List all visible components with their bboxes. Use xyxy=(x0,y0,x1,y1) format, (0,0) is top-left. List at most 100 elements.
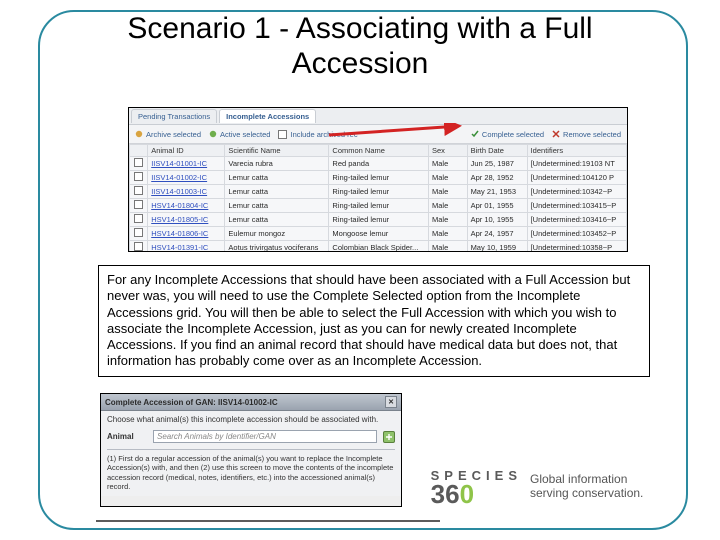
table-row[interactable]: HSV14-01391-ICAotus trivirgatus vocifera… xyxy=(130,241,627,253)
active-selected-label: Active selected xyxy=(220,130,270,139)
checkbox-icon xyxy=(278,130,287,139)
sex: Male xyxy=(428,199,467,213)
animal-search-input[interactable]: Search Animals by Identifier/GAN xyxy=(153,430,377,443)
include-archived-checkbox[interactable]: Include archived rec xyxy=(278,130,357,139)
animal-id-link[interactable]: IISV14-01002-IC xyxy=(148,171,225,185)
col-sex[interactable]: Sex xyxy=(428,145,467,157)
col-scientific[interactable]: Scientific Name xyxy=(225,145,329,157)
sex: Male xyxy=(428,185,467,199)
animal-id-link[interactable]: HSV14-01391-IC xyxy=(148,241,225,253)
accessions-grid: Animal ID Scientific Name Common Name Se… xyxy=(129,144,627,252)
tab-incomplete-accessions[interactable]: Incomplete Accessions xyxy=(219,109,316,123)
row-checkbox[interactable] xyxy=(134,158,143,167)
common-name: Mongoose lemur xyxy=(329,227,429,241)
scientific-name: Lemur catta xyxy=(225,171,329,185)
common-name: Ring-tailed lemur xyxy=(329,199,429,213)
row-checkbox[interactable] xyxy=(134,242,143,251)
identifiers: [Undetermined:103415~P xyxy=(527,199,626,213)
birth-date: Apr 28, 1952 xyxy=(467,171,527,185)
sex: Male xyxy=(428,157,467,171)
add-animal-button[interactable] xyxy=(383,431,395,443)
logo-tagline: Global information serving conservation. xyxy=(530,473,660,501)
scientific-name: Lemur catta xyxy=(225,199,329,213)
scientific-name: Aotus trivirgatus vociferans xyxy=(225,241,329,253)
birth-date: May 21, 1953 xyxy=(467,185,527,199)
remove-selected-label: Remove selected xyxy=(563,130,621,139)
scientific-name: Lemur catta xyxy=(225,213,329,227)
footer-divider xyxy=(96,520,440,522)
row-checkbox[interactable] xyxy=(134,186,143,195)
sex: Male xyxy=(428,241,467,253)
identifiers: [Undetermined:104120 P xyxy=(527,171,626,185)
row-checkbox[interactable] xyxy=(134,172,143,181)
birth-date: Apr 10, 1955 xyxy=(467,213,527,227)
incomplete-accessions-screenshot: Pending Transactions Incomplete Accessio… xyxy=(128,107,628,252)
identifiers: [Undetermined:103416~P xyxy=(527,213,626,227)
col-common[interactable]: Common Name xyxy=(329,145,429,157)
row-checkbox[interactable] xyxy=(134,200,143,209)
common-name: Colombian Black Spider... xyxy=(329,241,429,253)
birth-date: Apr 01, 1955 xyxy=(467,199,527,213)
table-row[interactable]: IISV14-01002-ICLemur cattaRing-tailed le… xyxy=(130,171,627,185)
species360-logo: SPECIES 360 Global information serving c… xyxy=(431,468,660,506)
complete-selected-button[interactable]: Complete selected xyxy=(471,130,544,139)
scientific-name: Lemur catta xyxy=(225,185,329,199)
archive-selected-button[interactable]: Archive selected xyxy=(135,130,201,139)
animal-label: Animal xyxy=(107,432,147,441)
include-archived-label: Include archived rec xyxy=(290,130,357,139)
common-name: Ring-tailed lemur xyxy=(329,213,429,227)
common-name: Ring-tailed lemur xyxy=(329,185,429,199)
archive-selected-label: Archive selected xyxy=(146,130,201,139)
scientific-name: Eulemur mongoz xyxy=(225,227,329,241)
identifiers: [Undetermined:10358~P xyxy=(527,241,626,253)
logo-36: 36 xyxy=(431,479,460,509)
birth-date: Jun 25, 1987 xyxy=(467,157,527,171)
table-row[interactable]: IISV14-01003-ICLemur cattaRing-tailed le… xyxy=(130,185,627,199)
complete-accession-dialog: Complete Accession of GAN: IISV14-01002-… xyxy=(100,393,402,507)
birth-date: Apr 24, 1957 xyxy=(467,227,527,241)
instruction-text: For any Incomplete Accessions that shoul… xyxy=(98,265,650,377)
scientific-name: Varecia rubra xyxy=(225,157,329,171)
col-birth[interactable]: Birth Date xyxy=(467,145,527,157)
complete-selected-label: Complete selected xyxy=(482,130,544,139)
animal-id-link[interactable]: HSV14-01805-IC xyxy=(148,213,225,227)
identifiers: [Undetermined:19103 NT xyxy=(527,157,626,171)
common-name: Ring-tailed lemur xyxy=(329,171,429,185)
birth-date: May 10, 1959 xyxy=(467,241,527,253)
identifiers: [Undetermined:10342~P xyxy=(527,185,626,199)
animal-id-link[interactable]: IISV14-01001-IC xyxy=(148,157,225,171)
toolbar: Archive selected Active selected Include… xyxy=(129,125,627,144)
dialog-prompt: Choose what animal(s) this incomplete ac… xyxy=(107,415,395,424)
dialog-title: Complete Accession of GAN: IISV14-01002-… xyxy=(105,398,278,407)
row-checkbox[interactable] xyxy=(134,214,143,223)
divider xyxy=(107,449,395,450)
table-row[interactable]: HSV14-01805-ICLemur cattaRing-tailed lem… xyxy=(130,213,627,227)
table-row[interactable]: IISV14-01001-ICVarecia rubraRed pandaMal… xyxy=(130,157,627,171)
archive-icon xyxy=(135,130,143,138)
row-checkbox[interactable] xyxy=(134,228,143,237)
table-row[interactable]: HSV14-01806-ICEulemur mongozMongoose lem… xyxy=(130,227,627,241)
check-icon xyxy=(471,130,479,138)
remove-selected-button[interactable]: Remove selected xyxy=(552,130,621,139)
active-selected-button[interactable]: Active selected xyxy=(209,130,270,139)
active-icon xyxy=(209,130,217,138)
close-icon: ✕ xyxy=(388,398,394,406)
sex: Male xyxy=(428,171,467,185)
sex: Male xyxy=(428,213,467,227)
grid-header-row: Animal ID Scientific Name Common Name Se… xyxy=(130,145,627,157)
common-name: Red panda xyxy=(329,157,429,171)
animal-id-link[interactable]: HSV14-01804-IC xyxy=(148,199,225,213)
dialog-body: Choose what animal(s) this incomplete ac… xyxy=(101,411,401,496)
table-row[interactable]: HSV14-01804-ICLemur cattaRing-tailed lem… xyxy=(130,199,627,213)
remove-icon xyxy=(552,130,560,138)
tabs-row: Pending Transactions Incomplete Accessio… xyxy=(129,108,627,125)
col-animal-id[interactable]: Animal ID xyxy=(148,145,225,157)
sex: Male xyxy=(428,227,467,241)
dialog-close-button[interactable]: ✕ xyxy=(385,396,397,408)
identifiers: [Undetermined:103452~P xyxy=(527,227,626,241)
animal-id-link[interactable]: HSV14-01806-IC xyxy=(148,227,225,241)
col-identifiers[interactable]: Identifiers xyxy=(527,145,626,157)
animal-id-link[interactable]: IISV14-01003-IC xyxy=(148,185,225,199)
tab-pending-transactions[interactable]: Pending Transactions xyxy=(131,109,217,123)
dialog-titlebar: Complete Accession of GAN: IISV14-01002-… xyxy=(101,394,401,411)
